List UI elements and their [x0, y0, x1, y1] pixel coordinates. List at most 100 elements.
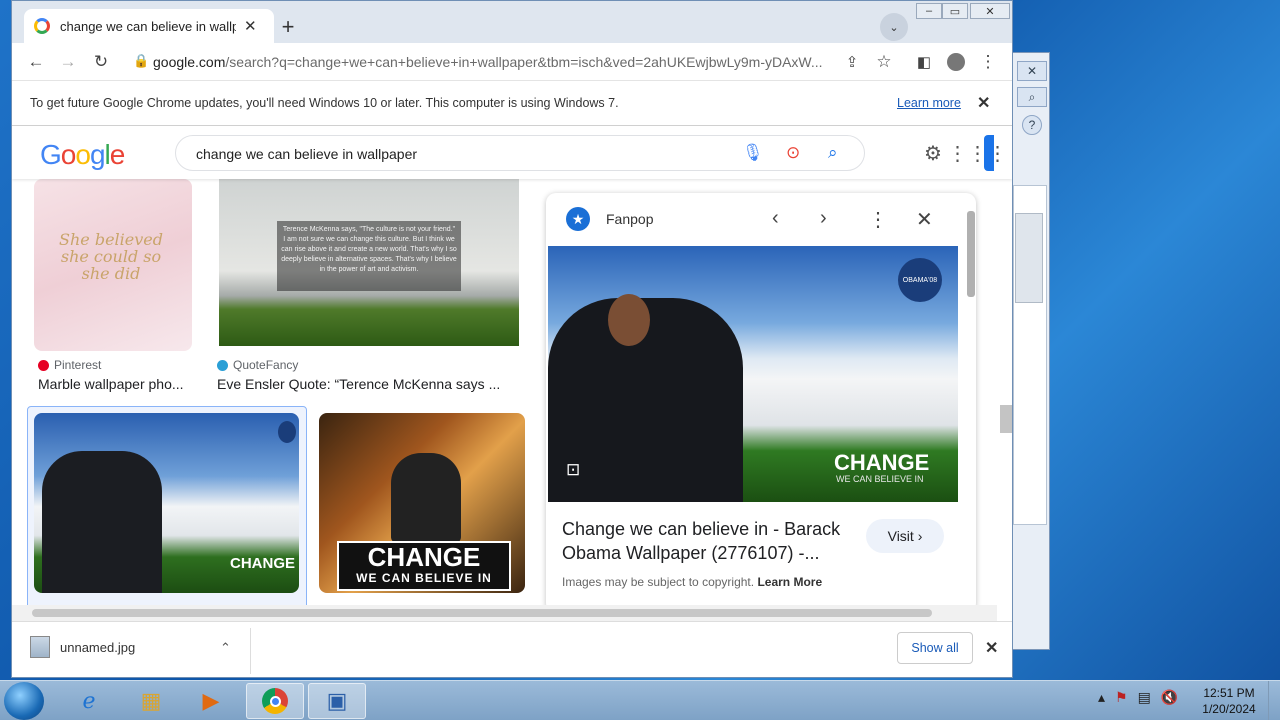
close-tab-icon[interactable]: ✕ [244, 17, 257, 35]
learn-more-link[interactable]: Learn more [897, 96, 961, 110]
title-bar: change we can believe in wallpaper ✕ + ⌄… [12, 1, 1012, 43]
visit-button[interactable]: Visit › [866, 519, 944, 553]
download-filename: unnamed.jpg [60, 639, 136, 655]
url-host: google.com [153, 54, 226, 70]
pinterest-icon [38, 359, 49, 371]
update-infobar: To get future Google Chrome updates, you… [12, 81, 1012, 126]
chevron-up-icon[interactable]: ⌃ [220, 640, 231, 656]
forward-icon[interactable]: → [56, 51, 80, 73]
action-center-icon[interactable]: ⚑ [1115, 689, 1128, 706]
lens-icon[interactable]: ⊙ [786, 143, 800, 163]
result-title[interactable]: Marble wallpaper pho... [38, 376, 184, 392]
minimize-button[interactable]: ‒ [916, 3, 942, 19]
volume-muted-icon[interactable]: 🔇 [1161, 689, 1178, 706]
panel-title[interactable]: Change we can believe in - Barack Obama … [562, 517, 862, 565]
close-window-button[interactable]: ✕ [970, 3, 1010, 19]
reload-icon[interactable]: ↻ [89, 51, 113, 73]
back-icon[interactable]: ← [24, 51, 48, 73]
quote-text: She believed she could so she did [59, 230, 163, 283]
download-item[interactable]: unnamed.jpg [30, 636, 135, 658]
close-panel-icon[interactable]: ✕ [916, 207, 933, 232]
face [608, 294, 650, 346]
result-source: QuoteFancy [217, 358, 298, 372]
sign-in-button[interactable] [984, 135, 994, 171]
obama-logo-badge: OBAMA'08 [898, 258, 942, 302]
file-explorer-icon[interactable]: ▦ [122, 683, 180, 719]
network-icon[interactable]: ▤ [1138, 689, 1151, 706]
panel-scrollbar-thumb[interactable] [967, 211, 975, 297]
maximize-button[interactable]: ▭ [942, 3, 968, 19]
change-text: CHANGE [834, 450, 930, 475]
logo-badge [278, 421, 296, 443]
media-player-icon[interactable]: ▶ [182, 683, 240, 719]
page-content: Google change we can believe in wallpape… [12, 127, 1012, 621]
internet-explorer-icon[interactable]: ℯ [60, 683, 118, 719]
copyright-note: Images may be subject to copyright. Lear… [562, 575, 822, 589]
chrome-window: change we can believe in wallpaper ✕ + ⌄… [11, 0, 1013, 678]
close-downloads-icon[interactable]: ✕ [985, 638, 998, 658]
previous-icon[interactable]: ‹ [772, 207, 779, 230]
address-bar[interactable]: 🔒 google.com/search?q=change+we+can+beli… [125, 48, 885, 76]
tab-title: change we can believe in wallpaper [60, 18, 236, 34]
learn-more-link[interactable]: Learn More [757, 575, 822, 589]
result-source: Pinterest [38, 358, 101, 372]
more-options-icon[interactable]: ⋮ [868, 207, 888, 232]
google-favicon-icon [34, 18, 50, 34]
result-image-quotefancy[interactable]: Terence McKenna says, "The culture is no… [219, 179, 519, 346]
help-icon[interactable]: ? [1022, 115, 1042, 135]
search-icon[interactable]: ⌕ [1017, 87, 1047, 107]
show-desktop-button[interactable] [1268, 681, 1280, 720]
browser-tab[interactable]: change we can believe in wallpaper ✕ [24, 9, 274, 43]
source-label: Pinterest [54, 358, 102, 372]
close-infobar-icon[interactable]: ✕ [977, 93, 990, 113]
chrome-taskbar-icon[interactable] [246, 683, 304, 719]
infobar-message: To get future Google Chrome updates, you… [30, 96, 619, 110]
microphone-icon[interactable]: 🎙 [742, 143, 764, 163]
tab-search-button[interactable]: ⌄ [880, 13, 908, 41]
new-tab-button[interactable]: + [274, 13, 302, 41]
panel-header: ★ Fanpop ‹ › ⋮ ✕ [546, 193, 976, 245]
url-path: /search?q=change+we+can+believe+in+wallp… [225, 54, 823, 70]
show-all-button[interactable]: Show all [897, 632, 973, 664]
next-icon[interactable]: › [820, 207, 827, 230]
result-image-pinterest[interactable]: She believed she could so she did [34, 179, 192, 351]
lens-search-icon[interactable]: ⊡ [566, 460, 590, 482]
change-banner: CHANGE WE CAN BELIEVE IN [337, 541, 511, 591]
settings-gear-icon[interactable]: ⚙ ⋮⋮⋮ [924, 141, 1008, 166]
source-label: QuoteFancy [233, 358, 299, 372]
preview-image[interactable]: OBAMA'08 CHANGE WE CAN BELIEVE IN ⊡ [548, 246, 958, 502]
visit-label: Visit [887, 528, 914, 544]
google-logo[interactable]: Google [40, 139, 125, 171]
share-icon[interactable]: ⇪ [840, 51, 864, 73]
start-button[interactable] [4, 682, 44, 720]
background-window[interactable]: ✕ ⌕ ? [1010, 52, 1050, 650]
search-icon[interactable]: ⌕ [828, 143, 838, 163]
menu-dots-icon[interactable]: ⋮ [976, 51, 1000, 73]
downloads-bar: unnamed.jpg ⌃ Show all ✕ [12, 621, 1012, 677]
result-title[interactable]: Eve Ensler Quote: “Terence McKenna says … [217, 376, 500, 392]
google-header: Google change we can believe in wallpape… [12, 127, 1012, 179]
system-tray: ▴ ⚑ ▤ 🔇 [1098, 689, 1178, 706]
tray-expand-icon[interactable]: ▴ [1098, 689, 1105, 706]
panel-site-name[interactable]: Fanpop [606, 211, 653, 227]
copyright-text: Images may be subject to copyright. [562, 575, 755, 589]
control-panel-icon[interactable]: ▣ [308, 683, 366, 719]
fanpop-icon: ★ [566, 207, 590, 231]
change-text: CHANGE [230, 555, 296, 572]
clock-time: 12:51 PM [1203, 686, 1255, 700]
profile-icon[interactable] [944, 51, 968, 73]
result-image-obama[interactable]: CHANGE [34, 413, 299, 593]
search-box[interactable]: change we can believe in wallpaper 🎙 ⊙ ⌕ [175, 135, 865, 171]
scrollbar-thumb[interactable] [1015, 213, 1043, 303]
close-icon[interactable]: ✕ [1017, 61, 1047, 81]
image-file-icon [30, 636, 50, 658]
horizontal-scrollbar-thumb[interactable] [32, 609, 932, 617]
bookmark-star-icon[interactable]: ☆ [872, 51, 896, 73]
clock[interactable]: 12:51 PM 1/20/2024 [1196, 685, 1262, 717]
side-panel-icon[interactable]: ◧ [912, 51, 936, 73]
result-image-change-poster[interactable]: CHANGE WE CAN BELIEVE IN [319, 413, 525, 593]
page-scrollbar-thumb[interactable] [1000, 405, 1012, 433]
people-figure [42, 451, 162, 593]
lock-icon[interactable]: 🔒 [133, 53, 149, 69]
search-query[interactable]: change we can believe in wallpaper [196, 146, 417, 162]
